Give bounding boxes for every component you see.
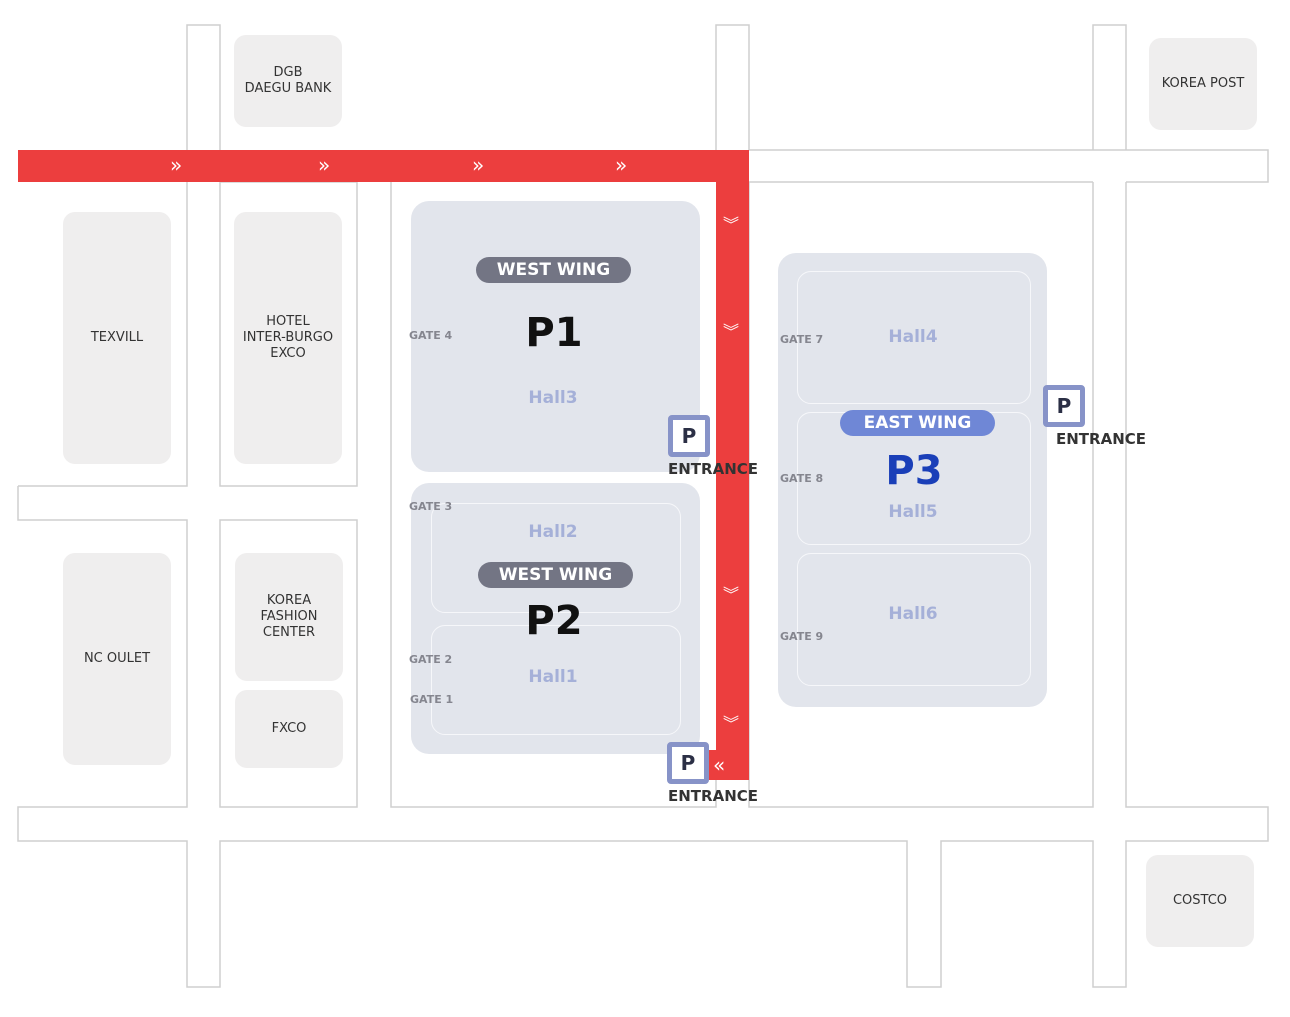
route-arrow-down-icon: ︾ [723,585,740,604]
parking-icon[interactable]: P [668,415,710,457]
hall6-label: Hall6 [888,604,938,624]
building-korea-fashion-center: KOREA FASHION CENTER [235,553,343,681]
hall2-area[interactable] [431,503,681,613]
east-wing-badge: EAST WING [840,410,995,436]
building-hotel-inter-burgo: HOTEL INTER-BURGO EXCO [234,212,342,464]
gate-1-label: GATE 1 [407,688,454,712]
entrance-label: ENTRANCE [668,460,758,478]
gate-2-label: GATE 2 [406,648,453,672]
west-wing-badge: WEST WING [478,562,633,588]
parking-icon[interactable]: P [667,742,709,784]
route-arrow-right-icon: » [472,153,485,177]
p2-label: P2 [525,598,583,644]
route-arrow-down-icon: ︾ [723,714,740,733]
building-dgb-daegu-bank: DGB DAEGU BANK [234,35,342,127]
hall3-label[interactable]: Hall3 [493,388,613,408]
parking-icon[interactable]: P [1043,385,1085,427]
route-arrow-down-icon: ︾ [723,215,740,234]
route-arrow-right-icon: » [318,153,331,177]
hall1-label: Hall1 [528,667,578,687]
route-arrow-down-icon: ︾ [723,322,740,341]
gate-3-label: GATE 3 [406,495,453,519]
entrance-label: ENTRANCE [1056,430,1146,448]
building-costco: COSTCO [1146,855,1254,947]
hall2-label: Hall2 [528,522,578,542]
west-wing-badge: WEST WING [476,257,631,283]
building-nc-outlet: NC OULET [63,553,171,765]
route-horizontal [18,150,749,182]
building-texvill: TEXVILL [63,212,171,464]
building-fxco: FXCO [235,690,343,768]
p3-label: P3 [885,448,943,494]
gate-8-label: GATE 8 [777,467,824,491]
gate-9-label: GATE 9 [777,625,824,649]
p1-label: P1 [525,310,583,356]
gate-4-label: GATE 4 [406,324,453,348]
building-korea-post: KOREA POST [1149,38,1257,130]
route-arrow-right-icon: » [615,153,628,177]
hall4-label: Hall4 [888,327,938,347]
route-arrow-left-icon: « [713,753,726,777]
entrance-label: ENTRANCE [668,787,758,805]
hall5-label: Hall5 [888,502,938,522]
route-arrow-right-icon: » [170,153,183,177]
gate-7-label: GATE 7 [777,328,824,352]
venue-map: » » » » ︾ ︾ ︾ ︾ « DGB DAEGU BANK KOREA P… [0,0,1290,1017]
